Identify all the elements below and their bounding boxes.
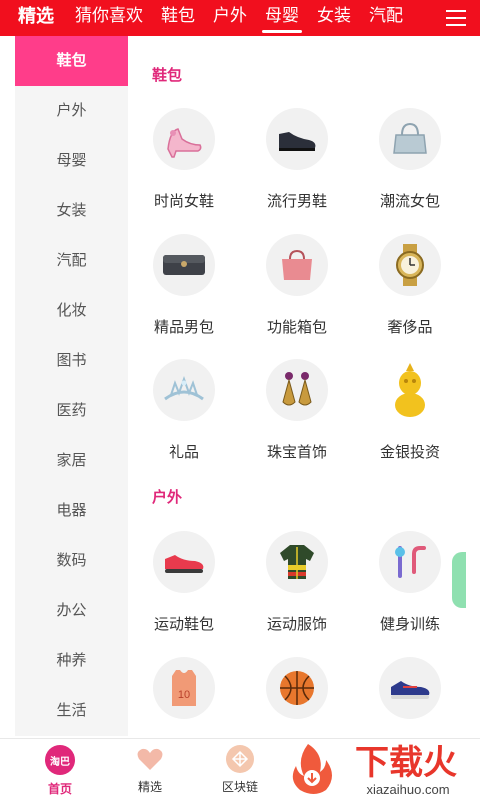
tab-home[interactable]: 淘巴 首页 — [30, 745, 90, 797]
taoba-home-icon: 淘巴 — [45, 745, 75, 775]
category-label: 运动服饰 — [266, 616, 327, 633]
basketball-icon — [266, 657, 328, 719]
category-label: 潮流女包 — [379, 193, 440, 210]
sidebar-item-outdoor[interactable]: 户外 — [15, 86, 128, 136]
category-item-jersey[interactable]: 10 — [128, 657, 240, 719]
watermark-title: 下载火 — [355, 744, 457, 782]
tab-label: 精选 — [137, 780, 162, 794]
tab-outdoor[interactable]: 户外 — [204, 0, 256, 36]
category-label: 功能箱包 — [266, 319, 327, 336]
sneaker-icon — [153, 531, 215, 593]
category-label: 运动鞋包 — [153, 616, 214, 633]
category-item-womens-bags[interactable]: 潮流女包 — [354, 108, 466, 211]
category-item-sportswear[interactable]: 运动服饰 — [241, 531, 353, 634]
gold-figurine-icon — [379, 359, 441, 421]
sidebar-item-shoes-bags[interactable]: 鞋包 — [15, 36, 128, 86]
category-label: 健身训练 — [379, 616, 440, 633]
watermark-url: xiazaihuo.com — [366, 782, 449, 797]
category-item-mens-shoes[interactable]: 流行男鞋 — [241, 108, 353, 211]
tab-guess-you-like[interactable]: 猜你喜欢 — [66, 0, 152, 36]
sidebar-item-appliances[interactable]: 电器 — [15, 486, 128, 536]
tab-featured-bottom[interactable]: 精选 — [120, 745, 180, 795]
tab-blockchain[interactable]: 区块链 — [210, 745, 270, 795]
tab-auto-parts[interactable]: 汽配 — [360, 0, 412, 36]
sidebar-item-cosmetics[interactable]: 化妆 — [15, 286, 128, 336]
earrings-icon — [266, 359, 328, 421]
sidebar-item-medicine[interactable]: 医药 — [15, 386, 128, 436]
mens-shoe-icon — [266, 108, 328, 170]
watermark-logo: 下载火 xiazaihuo.com — [286, 738, 480, 800]
sidebar-item-digital[interactable]: 数码 — [15, 536, 128, 586]
fitness-equipment-icon — [379, 531, 441, 593]
sidebar-item-office[interactable]: 办公 — [15, 586, 128, 636]
section-title-shoes-bags: 鞋包 — [152, 67, 183, 84]
tab-label: 区块链 — [221, 780, 258, 794]
sidebar-item-mother-baby[interactable]: 母婴 — [15, 136, 128, 186]
sidebar-item-home[interactable]: 家居 — [15, 436, 128, 486]
tab-featured[interactable]: 精选 — [0, 0, 66, 36]
watch-icon — [379, 234, 441, 296]
sidebar-item-books[interactable]: 图书 — [15, 336, 128, 386]
category-label: 时尚女鞋 — [153, 193, 214, 210]
category-item-functional-bags[interactable]: 功能箱包 — [241, 234, 353, 337]
handbag-icon — [379, 108, 441, 170]
blockchain-icon — [226, 745, 254, 773]
jersey-number: 10 — [178, 689, 190, 701]
category-sidebar: 鞋包 户外 母婴 女装 汽配 化妆 图书 医药 家居 电器 数码 办公 种养 生… — [15, 36, 128, 736]
category-item-running-shoe[interactable] — [354, 657, 466, 719]
category-item-jewelry[interactable]: 珠宝首饰 — [241, 359, 353, 462]
category-label: 流行男鞋 — [266, 193, 327, 210]
tiara-icon — [153, 359, 215, 421]
tab-womens-clothing[interactable]: 女装 — [308, 0, 360, 36]
heart-icon — [136, 745, 164, 773]
clutch-icon — [153, 234, 215, 296]
section-title-outdoor: 户外 — [152, 489, 183, 506]
top-tabs: 精选 猜你喜欢 鞋包 户外 母婴 女装 汽配 — [0, 0, 432, 36]
category-item-mens-bags[interactable]: 精品男包 — [128, 234, 240, 337]
hamburger-menu-icon[interactable] — [432, 0, 480, 36]
sport-jacket-icon — [266, 531, 328, 593]
category-item-gifts[interactable]: 礼品 — [128, 359, 240, 462]
category-item-sports-shoes-bags[interactable]: 运动鞋包 — [128, 531, 240, 634]
sidebar-item-farming[interactable]: 种养 — [15, 636, 128, 686]
category-label: 珠宝首饰 — [266, 444, 327, 461]
top-category-bar: 精选 猜你喜欢 鞋包 户外 母婴 女装 汽配 — [0, 0, 480, 36]
high-heel-icon — [153, 108, 215, 170]
sidebar-item-auto-parts[interactable]: 汽配 — [15, 236, 128, 286]
tab-mother-baby[interactable]: 母婴 — [256, 0, 308, 36]
sidebar-item-life[interactable]: 生活 — [15, 686, 128, 736]
category-item-womens-shoes[interactable]: 时尚女鞋 — [128, 108, 240, 211]
jersey-icon: 10 — [153, 657, 215, 719]
tab-label: 首页 — [47, 782, 72, 796]
running-shoe-icon — [379, 657, 441, 719]
category-label: 奢侈品 — [387, 319, 433, 336]
sidebar-item-womens-clothing[interactable]: 女装 — [15, 186, 128, 236]
category-label: 精品男包 — [153, 319, 214, 336]
category-item-gold-silver[interactable]: 金银投资 — [354, 359, 466, 462]
category-label: 金银投资 — [379, 444, 440, 461]
category-item-luxury[interactable]: 奢侈品 — [354, 234, 466, 337]
category-item-basketball[interactable] — [241, 657, 353, 719]
travel-bag-icon — [266, 234, 328, 296]
category-item-fitness[interactable]: 健身训练 — [354, 531, 466, 634]
app: 精选 猜你喜欢 鞋包 户外 母婴 女装 汽配 鞋包 户外 母婴 女装 汽配 化妆… — [0, 0, 480, 800]
category-label: 礼品 — [168, 444, 199, 461]
side-pull-tab[interactable] — [452, 552, 466, 608]
tab-shoes-bags[interactable]: 鞋包 — [152, 0, 204, 36]
category-grid: 鞋包 时尚女鞋 流行男鞋 潮流女包 精品男包 功能箱包 奢侈品 礼品 珠宝首饰 … — [128, 36, 466, 736]
